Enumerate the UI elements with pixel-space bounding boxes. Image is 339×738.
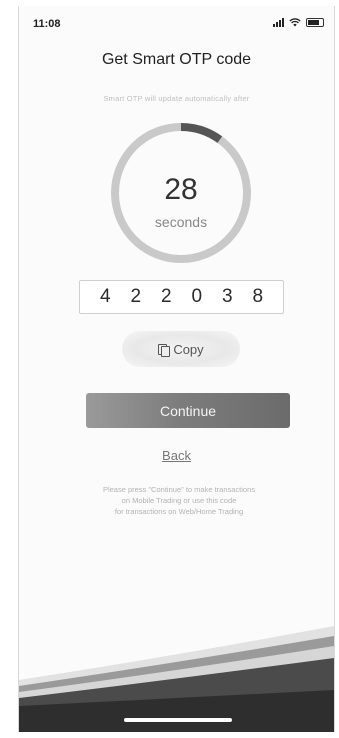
copy-button-label: Copy: [173, 341, 204, 357]
battery-icon: [306, 18, 324, 27]
instruction-line: for transactions on Web/Home Trading: [114, 507, 244, 516]
otp-digit: 3: [221, 286, 233, 307]
continue-button[interactable]: Continue: [86, 393, 290, 428]
countdown-timer: 28 seconds: [106, 118, 256, 268]
otp-digit: 8: [252, 286, 264, 307]
status-time: 11:08: [33, 18, 61, 30]
otp-digit: 4: [99, 286, 111, 307]
otp-code-display: 4 2 2 0 3 8: [79, 280, 284, 314]
wifi-icon: [289, 18, 301, 27]
status-bar: 11:08: [19, 6, 334, 34]
back-link[interactable]: Back: [19, 448, 334, 463]
copy-button[interactable]: Copy: [122, 331, 240, 367]
page-title: Get Smart OTP code: [101, 51, 252, 68]
otp-refresh-note: Smart OTP will update automatically afte…: [103, 94, 250, 103]
home-indicator[interactable]: [124, 718, 232, 722]
otp-digit: 0: [191, 286, 203, 307]
cell-signal-icon: [273, 18, 284, 27]
decorative-wave-footer: [19, 626, 334, 732]
system-icons: [273, 18, 324, 27]
continue-button-label: Continue: [159, 402, 217, 419]
copy-icon: [158, 343, 171, 357]
instruction-text: Please press "Continue" to make transact…: [64, 484, 294, 517]
countdown-value: 28: [164, 173, 198, 206]
instruction-line: on Mobile Trading or use this code: [121, 496, 237, 505]
otp-digit: 2: [160, 286, 172, 307]
otp-digit: 2: [130, 286, 142, 307]
instruction-line: Please press "Continue" to make transact…: [102, 485, 256, 494]
countdown-unit: seconds: [154, 214, 208, 230]
phone-screen: 11:08 Get Smart OTP code Smart OTP will …: [18, 6, 335, 732]
